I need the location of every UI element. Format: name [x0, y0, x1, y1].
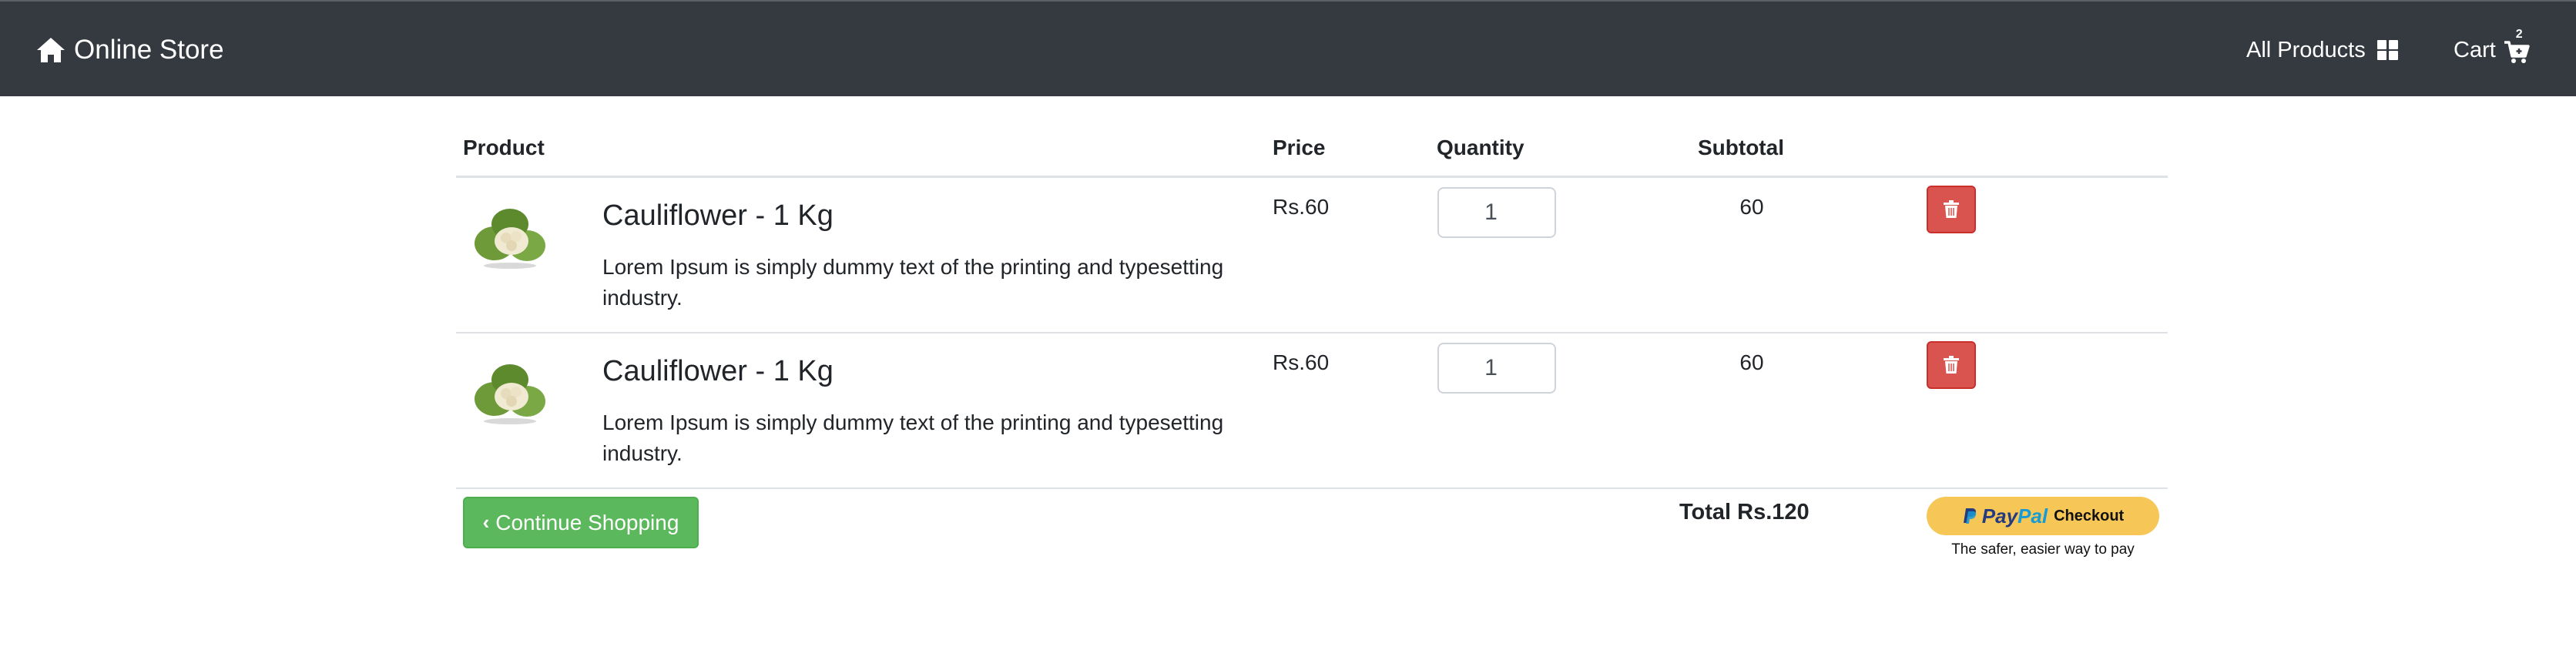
paypal-wordmark-pay: Pay: [1981, 504, 2018, 528]
trash-icon: [1944, 200, 1959, 218]
nav-all-products[interactable]: All Products: [2246, 31, 2400, 69]
navbar: Online Store All Products Cart 2: [0, 0, 2576, 96]
nav-cart[interactable]: Cart 2: [2454, 28, 2530, 69]
cauliflower-image: [475, 364, 545, 424]
delete-button[interactable]: [1927, 341, 1976, 389]
table-row: Cauliflower - 1 Kg Lorem Ipsum is simply…: [456, 178, 2168, 333]
nav-cart-label: Cart: [2454, 37, 2496, 62]
quantity-input[interactable]: [1437, 343, 1556, 394]
continue-shopping-button[interactable]: ‹ Continue Shopping: [463, 497, 699, 548]
grid-icon: [2376, 40, 2398, 60]
continue-shopping-label: Continue Shopping: [495, 510, 679, 534]
quantity-input[interactable]: [1437, 187, 1556, 238]
product-price: Rs.60: [1273, 350, 1330, 374]
header-subtotal: Subtotal: [1698, 136, 1784, 159]
table-footer: ‹ Continue Shopping Total Rs.120 PayPal …: [456, 489, 2168, 581]
brand-label: Online Store: [74, 35, 224, 65]
table-header: Product Price Quantity Subtotal: [456, 123, 2168, 178]
paypal-checkout-label: Checkout: [2054, 507, 2125, 524]
home-icon: [37, 38, 65, 62]
paypal-tagline: The safer, easier way to pay: [1951, 541, 2135, 558]
cart-icon: [2504, 41, 2530, 63]
nav-all-products-label: All Products: [2246, 37, 2366, 62]
cart-total: Total Rs.120: [1679, 500, 1810, 524]
brand-link[interactable]: Online Store: [35, 31, 224, 69]
cart-table: Product Price Quantity Subtotal Cauliflo…: [456, 123, 2168, 581]
cauliflower-image: [475, 209, 545, 269]
product-price: Rs.60: [1273, 195, 1330, 219]
row-subtotal: 60: [1739, 195, 1764, 219]
header-quantity: Quantity: [1437, 136, 1524, 159]
delete-button[interactable]: [1927, 186, 1976, 233]
trash-icon: [1944, 356, 1959, 374]
paypal-logo-icon: [1963, 508, 1977, 524]
product-description: Lorem Ipsum is simply dummy text of the …: [602, 410, 1224, 465]
table-row: Cauliflower - 1 Kg Lorem Ipsum is simply…: [456, 333, 2168, 489]
product-name: Cauliflower - 1 Kg: [602, 355, 834, 387]
row-subtotal: 60: [1739, 350, 1764, 374]
product-description: Lorem Ipsum is simply dummy text of the …: [602, 255, 1224, 310]
product-name: Cauliflower - 1 Kg: [602, 199, 834, 232]
cart-icon-wrap: 2: [2504, 28, 2530, 63]
paypal-checkout-button[interactable]: PayPal Checkout: [1927, 497, 2159, 535]
header-product: Product: [463, 136, 545, 159]
paypal-wordmark: PayPal: [1982, 504, 2048, 528]
paypal-wordmark-pal: Pal: [2018, 504, 2048, 528]
chevron-left-icon: ‹: [482, 511, 490, 534]
header-price: Price: [1273, 136, 1326, 159]
